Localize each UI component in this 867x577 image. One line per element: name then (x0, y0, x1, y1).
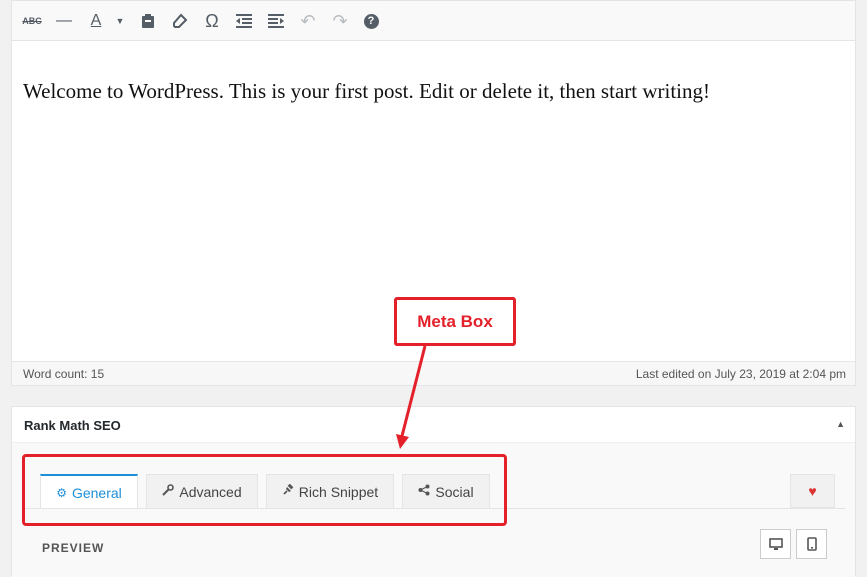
horizontal-line-icon[interactable]: — (52, 9, 76, 33)
editor-statusbar: Word count: 15 Last edited on July 23, 2… (12, 361, 855, 385)
post-content[interactable]: Welcome to WordPress. This is your first… (23, 79, 845, 104)
text-color-icon[interactable]: A (84, 9, 108, 33)
collapse-toggle-icon[interactable]: ▲ (836, 419, 845, 429)
annotation-callout: Meta Box (394, 297, 516, 346)
clear-formatting-icon[interactable] (168, 9, 192, 33)
editor-toolbar: ABC — A ▼ Ω ↶ ↷ ? (12, 1, 855, 41)
metabox-header[interactable]: Rank Math SEO ▲ (12, 407, 855, 443)
annotation-highlight-box (22, 454, 507, 526)
mobile-preview-button[interactable] (796, 529, 827, 559)
special-character-icon[interactable]: Ω (200, 9, 224, 33)
chevron-down-icon[interactable]: ▼ (108, 9, 132, 33)
indent-icon[interactable] (264, 9, 288, 33)
desktop-preview-button[interactable] (760, 529, 791, 559)
annotation-label: Meta Box (417, 311, 493, 331)
heart-button[interactable]: ♥ (790, 474, 835, 508)
preview-label: PREVIEW (42, 541, 105, 555)
undo-icon[interactable]: ↶ (296, 9, 320, 33)
word-count: Word count: 15 (23, 367, 105, 381)
help-icon[interactable]: ? (359, 9, 383, 33)
metabox-title: Rank Math SEO (24, 418, 121, 433)
strikethrough-icon[interactable]: ABC (20, 9, 44, 33)
paste-text-icon[interactable] (136, 9, 160, 33)
heart-icon: ♥ (808, 483, 817, 499)
desktop-icon (768, 537, 783, 550)
outdent-icon[interactable] (232, 9, 256, 33)
redo-icon[interactable]: ↷ (328, 9, 352, 33)
mobile-icon (806, 537, 817, 551)
last-edited: Last edited on July 23, 2019 at 2:04 pm (635, 367, 846, 381)
